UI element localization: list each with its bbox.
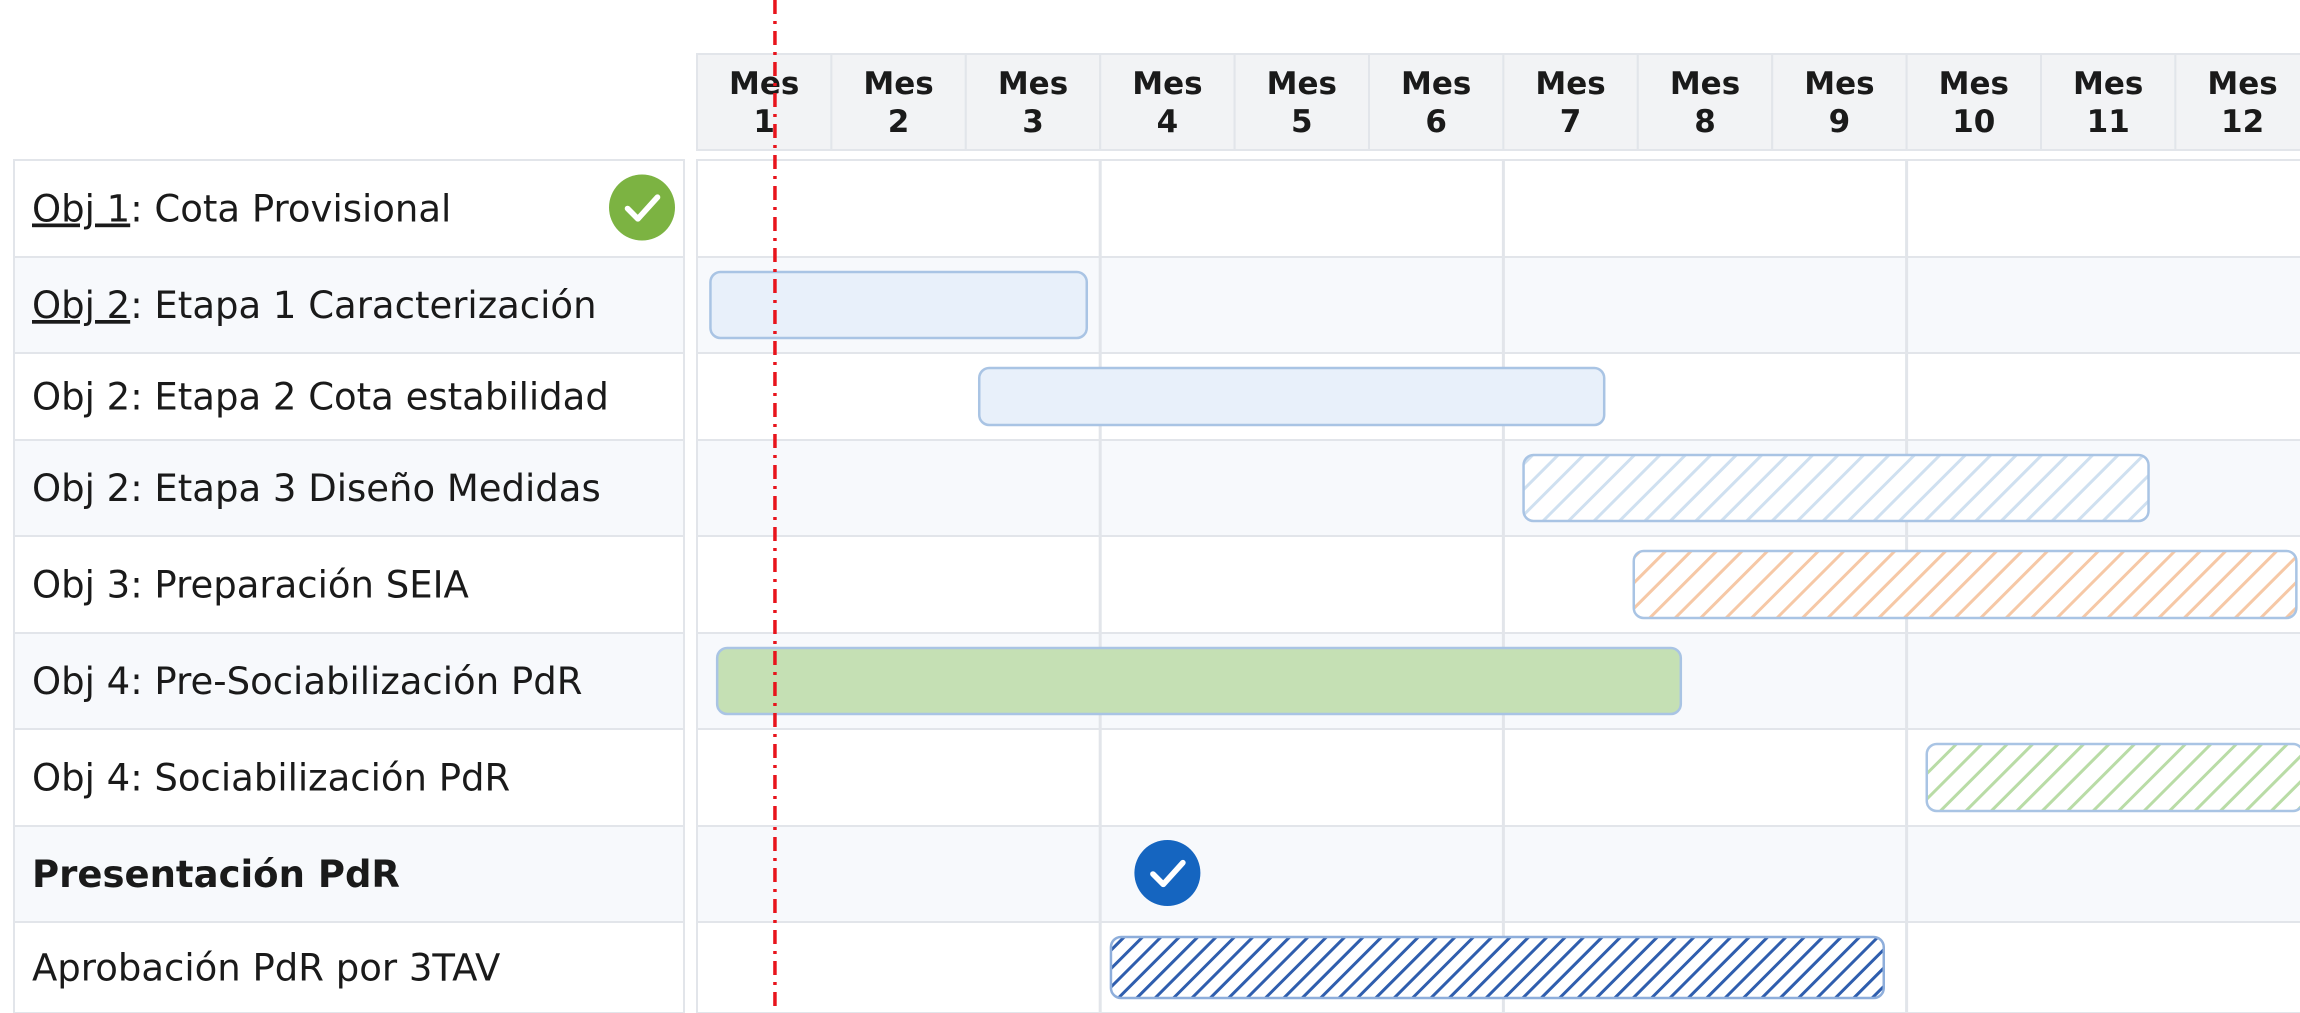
- task-bar: [1632, 549, 2298, 620]
- task-label-text: Obj 4: Pre-Sociabilización PdR: [32, 660, 582, 703]
- month-header-number: 8: [1694, 104, 1716, 140]
- task-bar: [1522, 453, 2150, 523]
- check-circle-background: [609, 174, 675, 241]
- month-header-word: Mes: [1939, 66, 2009, 102]
- task-label-text: : Cota Provisional: [130, 188, 451, 231]
- task-label-text: Obj 4: Sociabilización PdR: [32, 757, 510, 800]
- month-header-number: 3: [1022, 104, 1044, 140]
- task-bar: [715, 646, 1683, 716]
- month-header-number: 2: [888, 104, 910, 140]
- check-circle-background: [1134, 840, 1201, 906]
- month-header-word: Mes: [1401, 66, 1471, 102]
- task-bar: [1925, 742, 2300, 813]
- month-header-word: Mes: [1535, 66, 1605, 102]
- task-label-prefix: Obj 2: [32, 284, 130, 327]
- task-label-text: : Etapa 1 Caracterización: [130, 284, 596, 327]
- task-label: Obj 2: Etapa 2 Cota estabilidad: [32, 376, 609, 419]
- task-label-text: Obj 2: Etapa 2 Cota estabilidad: [32, 376, 609, 419]
- task-label: Obj 4: Sociabilización PdR: [32, 757, 510, 800]
- month-header-word: Mes: [729, 66, 799, 102]
- task-bar: [977, 366, 1606, 427]
- task-timeline-row: [696, 825, 2300, 923]
- task-label-text: Obj 3: Preparación SEIA: [32, 564, 469, 607]
- month-header-word: Mes: [2073, 66, 2143, 102]
- task-label-prefix: Obj 1: [32, 188, 130, 231]
- task-label: Presentación PdR: [32, 853, 400, 896]
- task-label: Obj 2: Etapa 1 Caracterización: [32, 284, 597, 327]
- month-header-word: Mes: [1670, 66, 1740, 102]
- month-header-word: Mes: [998, 66, 1068, 102]
- month-header: Mes1Mes2Mes3Mes4Mes5Mes6Mes7Mes8Mes9Mes1…: [696, 53, 2300, 151]
- completed-check-icon: [609, 174, 675, 241]
- month-header-number: 7: [1560, 104, 1582, 140]
- task-timeline-row: [696, 159, 2300, 258]
- month-header-number: 11: [2087, 104, 2130, 140]
- task-label: Obj 4: Pre-Sociabilización PdR: [32, 660, 582, 703]
- task-label: Obj 1: Cota Provisional: [32, 188, 451, 231]
- task-label-text: Obj 2: Etapa 3 Diseño Medidas: [32, 467, 601, 510]
- month-header-number: 1: [753, 104, 775, 140]
- month-header-word: Mes: [2207, 66, 2277, 102]
- task-bar: [709, 270, 1089, 340]
- task-bar: [1109, 935, 1886, 1000]
- milestone-check-icon: [1134, 840, 1201, 906]
- month-header-word: Mes: [1132, 66, 1202, 102]
- task-label: Obj 2: Etapa 3 Diseño Medidas: [32, 467, 601, 510]
- month-header-number: 4: [1157, 104, 1179, 140]
- month-header-number: 6: [1425, 104, 1447, 140]
- task-label: Aprobación PdR por 3TAV: [32, 947, 500, 990]
- month-header-number: 12: [2221, 104, 2264, 140]
- task-label-text: Presentación PdR: [32, 853, 400, 896]
- month-header-number: 5: [1291, 104, 1313, 140]
- month-header-word: Mes: [1804, 66, 1874, 102]
- month-header-number: 10: [1952, 104, 1995, 140]
- task-label: Obj 3: Preparación SEIA: [32, 564, 469, 607]
- month-header-word: Mes: [1267, 66, 1337, 102]
- task-label-text: Aprobación PdR por 3TAV: [32, 947, 500, 990]
- month-header-number: 9: [1829, 104, 1851, 140]
- month-header-word: Mes: [863, 66, 933, 102]
- gantt-chart: Mes1Mes2Mes3Mes4Mes5Mes6Mes7Mes8Mes9Mes1…: [13, 0, 2300, 1013]
